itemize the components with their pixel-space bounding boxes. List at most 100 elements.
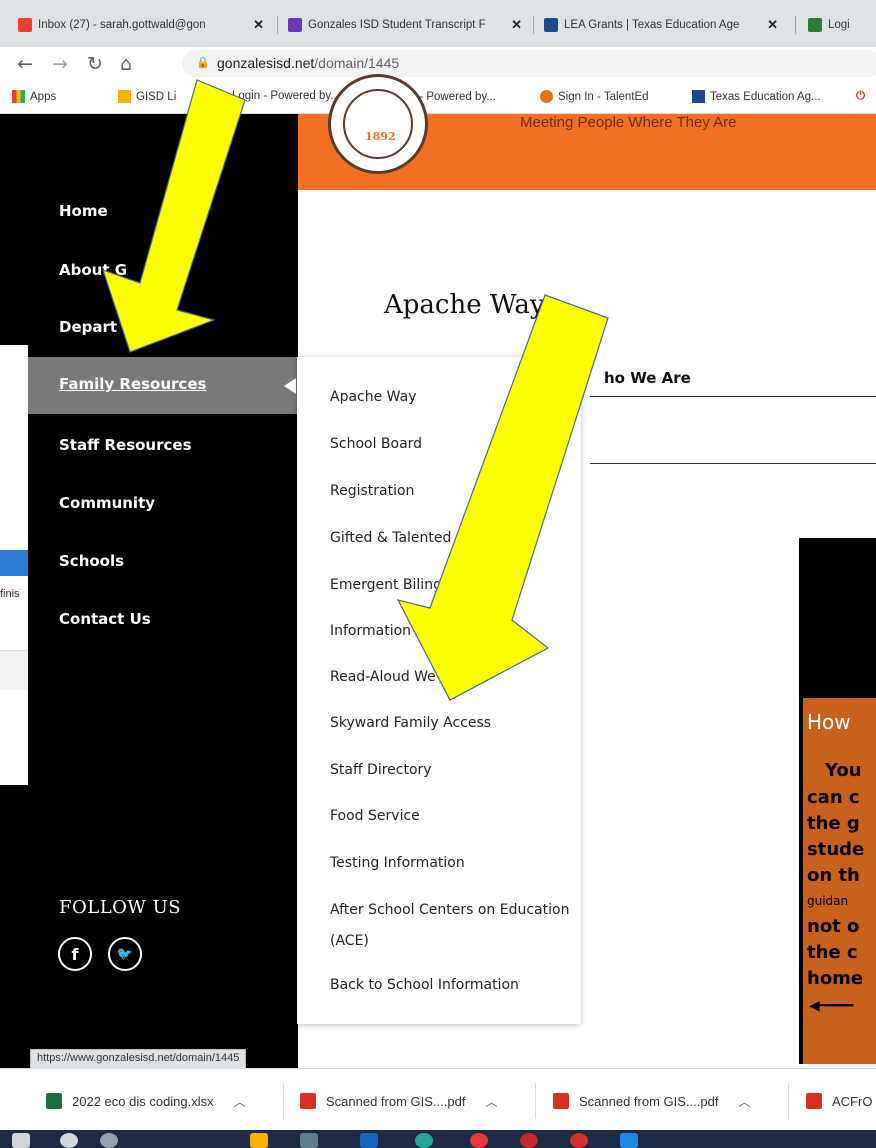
- search-icon[interactable]: [60, 1133, 78, 1148]
- dropdown-item-staff-directory[interactable]: Staff Directory: [330, 757, 432, 784]
- main-nav-sidebar: Home About G Depart Family Resources Sta…: [28, 114, 298, 1148]
- app-icon[interactable]: [470, 1133, 488, 1148]
- dropdown-item-registration[interactable]: Registration: [330, 478, 414, 505]
- twitter-icon[interactable]: 🐦: [108, 937, 142, 971]
- excel-icon: [46, 1093, 62, 1109]
- download-filename: Scanned from GIS....pdf: [579, 1093, 719, 1109]
- nav-item-staff-resources[interactable]: Staff Resources: [59, 436, 192, 454]
- dropdown-item-ace-suffix[interactable]: (ACE): [330, 928, 369, 955]
- store-icon[interactable]: [300, 1133, 318, 1148]
- power-icon[interactable]: ⏻: [856, 90, 865, 103]
- downloads-bar: 2022 eco dis coding.xlsx ︿ Scanned from …: [0, 1068, 876, 1130]
- bookmark-talented[interactable]: Sign In - TalentEd: [540, 90, 649, 103]
- forms-icon: [288, 18, 302, 32]
- tab-inbox[interactable]: Inbox (27) - sarah.gottwald@gon ✕: [10, 10, 272, 40]
- bookmark-label: Sign In - TalentEd: [558, 90, 649, 103]
- tea-icon: [544, 18, 558, 32]
- family-resources-dropdown: Apache Way School Board Registration Gif…: [297, 357, 581, 1024]
- nav-item-departments[interactable]: Depart: [59, 318, 117, 336]
- bookmark-login-1[interactable]: Login - Powered by...: [232, 90, 340, 102]
- bookmark-gisd[interactable]: GISD Li: [118, 90, 176, 103]
- facebook-icon[interactable]: f: [58, 937, 92, 971]
- address-bar[interactable]: 🔒 gonzalesisd.net/domain/1445: [182, 50, 876, 77]
- dropdown-item-information[interactable]: Information: [330, 618, 411, 645]
- nav-item-family-resources[interactable]: Family Resources: [28, 357, 298, 414]
- download-item[interactable]: ACFrO: [806, 1086, 872, 1116]
- dropdown-item-school-board[interactable]: School Board: [330, 431, 422, 458]
- chrome-icon[interactable]: [570, 1133, 588, 1148]
- mail-icon[interactable]: [360, 1133, 378, 1148]
- tab-title: Gonzales ISD Student Transcript F: [308, 19, 486, 31]
- poster-top: [799, 538, 876, 698]
- poster-line: not o: [807, 916, 860, 937]
- dropdown-item-gifted-talented[interactable]: Gifted & Talented: [330, 525, 451, 552]
- sidebar-left-edge: [0, 114, 28, 345]
- tab-lea-grants[interactable]: LEA Grants | Texas Education Age ✕: [536, 10, 786, 40]
- pdf-icon: [806, 1093, 822, 1109]
- poster-line: stude: [807, 839, 865, 860]
- dropdown-item-food-service[interactable]: Food Service: [330, 803, 420, 830]
- tab-login[interactable]: Logi: [800, 10, 876, 40]
- login-icon: [808, 18, 822, 32]
- dropdown-item-emergent-bilingual[interactable]: Emergent Biling: [330, 572, 442, 599]
- nav-item-contact-us[interactable]: Contact Us: [59, 610, 151, 628]
- dropdown-item-back-to-school[interactable]: Back to School Information: [330, 972, 519, 999]
- dropdown-item-read-aloud[interactable]: Read-Aloud We: [330, 664, 436, 691]
- bookmark-texas[interactable]: Texas Education Ag...: [692, 90, 821, 103]
- nav-item-schools[interactable]: Schools: [59, 552, 124, 570]
- seal-year: 1892: [365, 130, 396, 143]
- download-item[interactable]: Scanned from GIS....pdf ︿: [553, 1086, 750, 1116]
- tab-divider: [795, 16, 796, 34]
- poster-line: can c: [807, 787, 860, 808]
- os-taskbar: [0, 1130, 876, 1148]
- nav-item-community[interactable]: Community: [59, 494, 155, 512]
- dropdown-item-apache-way[interactable]: Apache Way: [330, 384, 417, 411]
- site-tagline: Meeting People Where They Are: [520, 114, 737, 131]
- reload-icon[interactable]: ↻: [87, 53, 103, 75]
- folder-icon: [118, 90, 131, 103]
- download-item[interactable]: 2022 eco dis coding.xlsx ︿: [46, 1086, 246, 1116]
- chevron-up-icon[interactable]: ︿: [234, 1093, 246, 1110]
- outlook-icon[interactable]: [620, 1133, 638, 1148]
- file-explorer-icon[interactable]: [250, 1133, 268, 1148]
- status-bar-url: https://www.gonzalesisd.net/domain/1445: [30, 1049, 247, 1069]
- dropdown-item-testing[interactable]: Testing Information: [330, 850, 465, 877]
- download-filename: ACFrO: [832, 1093, 873, 1109]
- back-icon[interactable]: ←: [17, 53, 33, 75]
- bookmark-apps[interactable]: Apps: [12, 90, 56, 103]
- tab-transcript[interactable]: Gonzales ISD Student Transcript F ✕: [280, 10, 530, 40]
- nav-item-home[interactable]: Home: [59, 202, 108, 220]
- start-icon[interactable]: [12, 1133, 30, 1148]
- nav-item-about[interactable]: About G: [59, 261, 127, 279]
- bookmark-label: GISD Li: [136, 90, 177, 103]
- poster-line: guidan: [807, 894, 849, 908]
- chevron-up-icon[interactable]: ︿: [485, 1093, 497, 1110]
- download-item[interactable]: Scanned from GIS....pdf ︿: [300, 1086, 497, 1116]
- app-icon[interactable]: [520, 1133, 538, 1148]
- download-divider: [535, 1083, 536, 1119]
- close-icon[interactable]: ✕: [511, 17, 522, 33]
- url-text: gonzalesisd.net/domain/1445: [217, 55, 400, 71]
- background-window-panel: [0, 650, 28, 690]
- home-icon[interactable]: ⌂: [120, 53, 132, 75]
- browser-tab-bar: Inbox (27) - sarah.gottwald@gon ✕ Gonzal…: [0, 0, 876, 47]
- chevron-up-icon[interactable]: ︿: [738, 1093, 750, 1110]
- poster-line: You: [825, 760, 862, 781]
- divider: [590, 463, 876, 464]
- dropdown-item-skyward[interactable]: Skyward Family Access: [330, 710, 491, 737]
- tab-title: Inbox (27) - sarah.gottwald@gon: [38, 19, 206, 31]
- dropdown-item-ace[interactable]: After School Centers on Education: [330, 897, 569, 924]
- poster-heading: How: [807, 710, 851, 734]
- close-icon[interactable]: ✕: [767, 17, 778, 33]
- poster-line: on th: [807, 865, 860, 886]
- section-heading[interactable]: ho We Are: [604, 369, 691, 387]
- pdf-icon: [300, 1093, 316, 1109]
- edge-icon[interactable]: [415, 1133, 433, 1148]
- bookmark-label: Apps: [30, 90, 57, 103]
- cortana-icon[interactable]: [100, 1133, 118, 1148]
- poster-line: the g: [807, 813, 860, 834]
- apache-way-poster: How You can c the g stude on th guidan n…: [799, 698, 876, 1064]
- tab-divider: [277, 16, 278, 34]
- forward-icon[interactable]: →: [52, 53, 68, 75]
- close-icon[interactable]: ✕: [253, 17, 264, 33]
